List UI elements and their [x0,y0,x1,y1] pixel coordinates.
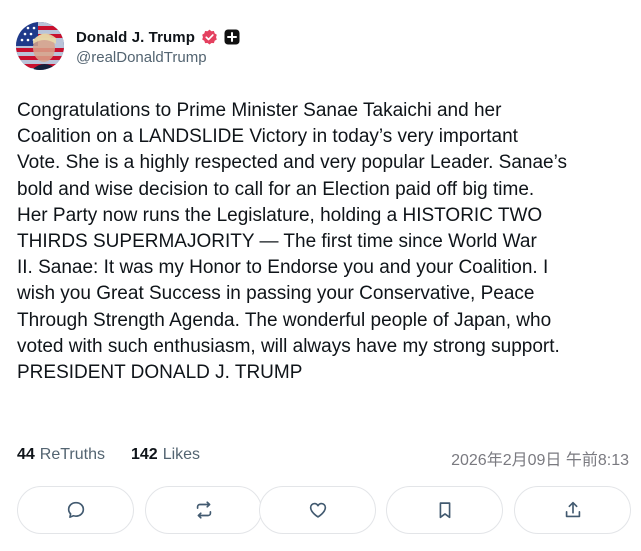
share-upload-icon [565,501,580,518]
post-stats: 44 ReTruths 142 Likes 2026年2月09日 午前8:13 [17,446,629,470]
likes-count: 142 [131,446,158,463]
bookmark-icon [439,502,450,519]
post-body-text: Congratulations to Prime Minister Sanae … [17,100,567,384]
post-header: Donald J. Trump @realDonaldTrump [16,22,616,72]
heart-icon [309,502,326,518]
likes-label: Likes [162,446,201,463]
reply-button[interactable] [17,486,134,534]
like-button[interactable] [259,486,376,534]
retruths-label: ReTruths [39,446,105,463]
retruths-count: 44 [17,446,35,463]
bookmark-button[interactable] [386,486,503,534]
verified-badge-icon [201,29,218,46]
repost-arrows-icon [196,501,211,519]
action-bar [17,486,633,536]
avatar-flag-portrait [16,22,64,70]
plus-badge-icon [224,29,240,45]
display-name[interactable]: Donald J. Trump [76,29,195,46]
likes-stat[interactable]: 142 Likes [131,446,200,464]
share-button[interactable] [514,486,631,534]
avatar[interactable] [16,22,64,70]
retruth-button[interactable] [145,486,262,534]
truth-post: Donald J. Trump @realDonaldTrump Congrat… [0,0,641,551]
post-timestamp[interactable]: 2026年2月09日 午前8:13 [451,446,629,470]
retruths-stat[interactable]: 44 ReTruths [17,446,105,464]
comment-bubble-icon [67,501,84,518]
name-row: Donald J. Trump [76,26,240,48]
user-handle[interactable]: @realDonaldTrump [76,49,207,66]
